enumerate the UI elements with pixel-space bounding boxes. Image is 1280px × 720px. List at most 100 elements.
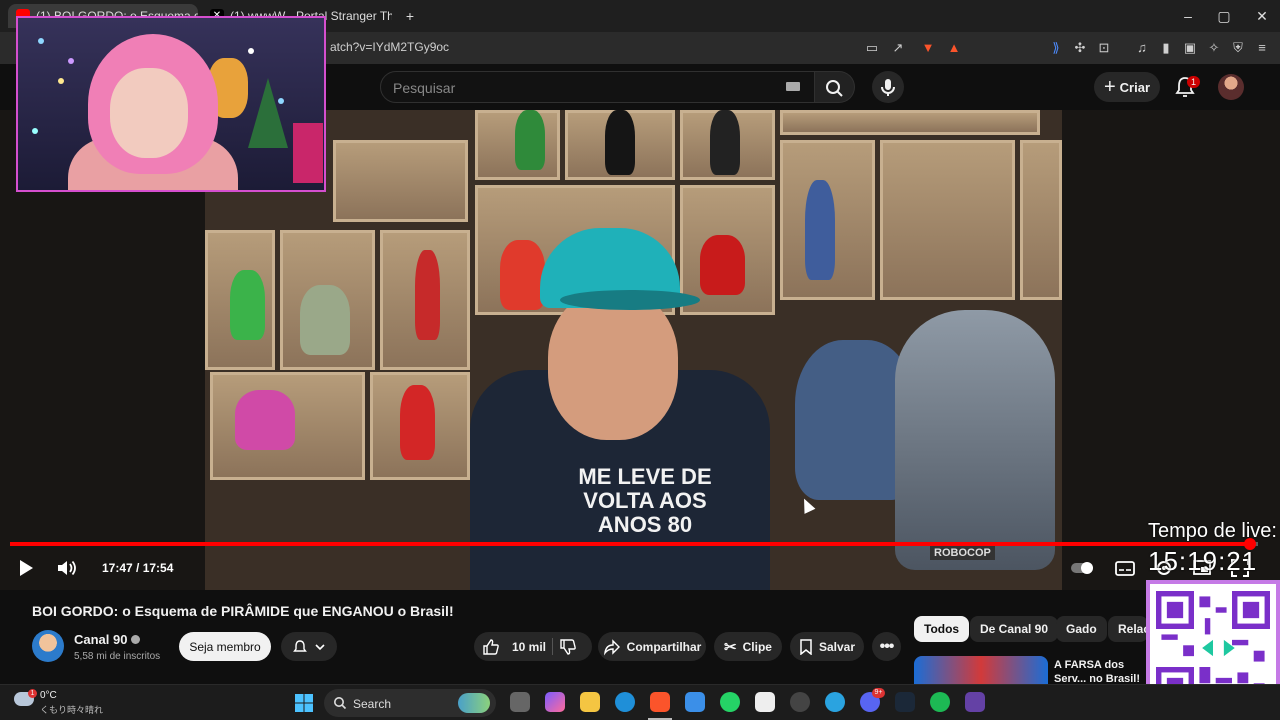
divider	[552, 638, 553, 655]
subtitles-icon[interactable]	[1114, 558, 1136, 578]
search-highlight-icon	[458, 693, 490, 713]
progress-fill	[10, 542, 1250, 546]
cast-icon[interactable]: ▭	[864, 40, 880, 56]
chevron-down-icon	[315, 643, 325, 650]
taskbar-search-label: Search	[353, 697, 392, 711]
weather-badge: 1	[28, 689, 37, 698]
store-icon[interactable]	[685, 692, 705, 712]
discord-badge: 9+	[872, 688, 885, 698]
media-icon[interactable]: ♫	[1134, 40, 1150, 56]
search-input[interactable]: Pesquisar	[380, 71, 815, 103]
like-count: 10 mil	[512, 639, 547, 654]
video-title: BOI GORDO: o Esquema de PIRÂMIDE que ENG…	[32, 603, 454, 619]
taskbar-search[interactable]: Search	[324, 689, 496, 717]
pc-case	[293, 123, 323, 183]
subscriber-count: 5,58 mi de inscritos	[74, 651, 161, 662]
autoplay-toggle-icon[interactable]	[1070, 558, 1096, 578]
create-button[interactable]: + Criar	[1094, 72, 1160, 102]
chip-canal-90[interactable]: De Canal 90	[970, 616, 1059, 642]
streamer-face	[110, 68, 188, 158]
keyboard-icon[interactable]	[786, 82, 800, 91]
chip-related[interactable]: Relac	[1108, 616, 1148, 642]
cap-brim	[560, 290, 700, 310]
weather-description[interactable]: くもり時々晴れ	[40, 703, 103, 716]
telegram-icon[interactable]	[825, 692, 845, 712]
wallet-icon[interactable]: ▣	[1182, 40, 1198, 56]
more-icon: •••	[879, 637, 895, 655]
capcut-icon[interactable]	[755, 692, 775, 712]
christmas-tree	[248, 78, 288, 148]
thumbs-down-icon[interactable]	[559, 638, 577, 656]
leo-ai-icon[interactable]: ✧	[1206, 40, 1222, 56]
steam-icon[interactable]	[895, 692, 915, 712]
more-actions-button[interactable]: •••	[872, 632, 901, 661]
search-icon	[334, 697, 347, 710]
edge-icon[interactable]	[615, 692, 635, 712]
chip-all[interactable]: Todos	[914, 616, 970, 642]
spotify-icon[interactable]	[930, 692, 950, 712]
obs-icon[interactable]	[790, 692, 810, 712]
thumbs-up-icon	[483, 638, 499, 655]
share-arrow-icon	[603, 638, 620, 656]
translate-icon[interactable]: ⟫	[1048, 40, 1064, 56]
brave-rewards-icon[interactable]: ▲	[946, 40, 962, 56]
taskbar: 1 0°C くもり時々晴れ Search 9+	[0, 684, 1280, 720]
subscription-bell-button[interactable]	[281, 632, 337, 661]
save-label: Salvar	[818, 639, 856, 654]
share-icon[interactable]: ↗	[890, 40, 906, 56]
close-window-button[interactable]: ✕	[1252, 6, 1272, 26]
mic-icon	[881, 79, 895, 96]
whatsapp-icon[interactable]	[720, 692, 740, 712]
person-head	[548, 290, 678, 440]
live-timer-label: Tempo de live:	[1148, 520, 1277, 542]
voice-search-button[interactable]	[872, 71, 904, 103]
create-label: Criar	[1119, 79, 1151, 95]
webcam-overlay	[16, 16, 326, 192]
windows-start-icon[interactable]	[294, 693, 314, 713]
account-avatar[interactable]	[1218, 74, 1244, 100]
join-button[interactable]: Seja membro	[179, 632, 271, 661]
share-label: Compartilhar	[626, 639, 702, 654]
extensions-icon[interactable]: ✣	[1072, 40, 1088, 56]
recommendation-thumbnail[interactable]	[914, 656, 1048, 684]
vpn-icon[interactable]: ⛨	[1230, 40, 1246, 56]
task-view-icon[interactable]	[510, 692, 530, 712]
chip-gado[interactable]: Gado	[1056, 616, 1107, 642]
streaming-app-icon[interactable]	[965, 692, 985, 712]
search-icon	[826, 80, 843, 97]
minimize-button[interactable]: –	[1178, 6, 1198, 26]
menu-icon[interactable]: ≡	[1254, 40, 1270, 56]
notification-badge: 1	[1187, 76, 1200, 88]
maximize-button[interactable]: ▢	[1214, 6, 1234, 26]
recommendation-title[interactable]: A FARSA dos Serv... no Brasil!	[1054, 658, 1154, 686]
sidebar-icon[interactable]: ▮	[1158, 40, 1174, 56]
share-button[interactable]: Compartilhar	[598, 632, 706, 661]
robocop-bust	[895, 310, 1055, 570]
plus-icon: +	[1103, 75, 1116, 98]
bell-icon	[293, 639, 307, 652]
file-explorer-icon[interactable]	[580, 692, 600, 712]
progress-bar[interactable]	[10, 538, 1258, 550]
channel-name[interactable]: Canal 90	[74, 632, 141, 647]
weather-temperature[interactable]: 0°C	[40, 690, 57, 701]
play-icon[interactable]	[16, 558, 36, 578]
verified-icon	[131, 635, 141, 644]
robocop-label: ROBOCOP	[930, 546, 995, 560]
search-button[interactable]	[815, 71, 855, 103]
volume-icon[interactable]	[56, 558, 80, 578]
bookmark-icon	[800, 638, 812, 655]
new-tab-button[interactable]: +	[400, 6, 420, 26]
brave-icon[interactable]	[650, 692, 670, 712]
copilot-icon[interactable]	[545, 692, 565, 712]
scissors-icon: ✂	[724, 638, 737, 656]
time-display: 17:47 / 17:54	[102, 561, 174, 575]
channel-avatar[interactable]	[32, 630, 64, 662]
channel-name-text: Canal 90	[74, 632, 128, 647]
clip-button[interactable]: ✂ Clipe	[714, 632, 782, 661]
brave-shields-icon[interactable]: ▼	[920, 40, 936, 56]
screenshot-icon[interactable]: ⊡	[1096, 40, 1112, 56]
save-button[interactable]: Salvar	[790, 632, 864, 661]
live-timer-value: 15:19:21	[1148, 546, 1258, 576]
url-field[interactable]: atch?v=IYdM2TGy9oc	[330, 40, 449, 54]
like-button[interactable]: 10 mil	[474, 632, 592, 661]
